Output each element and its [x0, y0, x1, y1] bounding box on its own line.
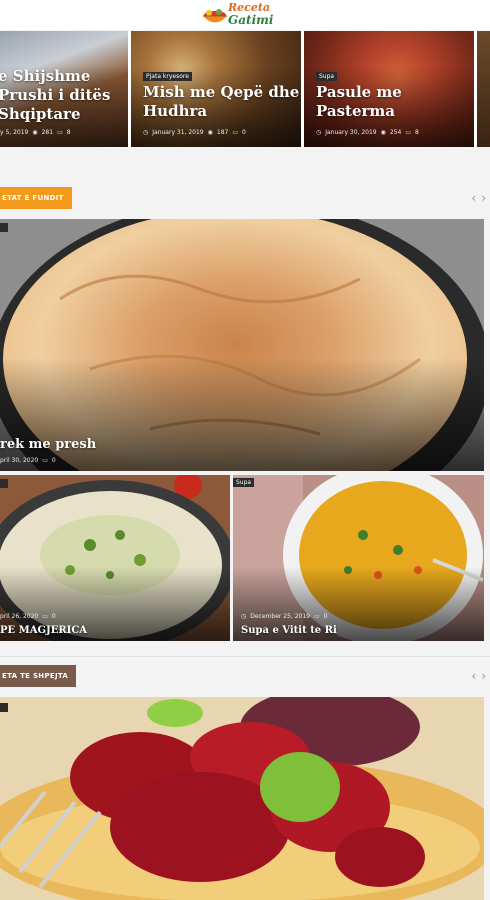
slider-card[interactable]: Supa Pasule me Pasterma ◷ January 30, 20… [304, 31, 474, 147]
slide-views: 281 [41, 129, 54, 136]
comment-icon: ▭ [405, 129, 411, 136]
chevron-left-icon[interactable]: ‹ [471, 669, 476, 683]
section-label[interactable]: ETAT E FUNDIT [0, 187, 72, 209]
section-header-latest: ETAT E FUNDIT ‹ › [0, 187, 490, 209]
eye-icon: ◉ [207, 129, 213, 136]
category-tag[interactable] [0, 223, 8, 232]
slide-title[interactable]: e Shijshme Prushi i ditës Shqiptare [0, 67, 128, 124]
recipe-card[interactable]: pril 26, 2020 ▭ 0 PE MAGJERICA [0, 475, 230, 641]
slider-card-partial[interactable] [477, 31, 490, 147]
section-nav: ‹ › [471, 669, 486, 683]
slide-views: 254 [389, 129, 402, 136]
slide-views: 187 [216, 129, 229, 136]
slide-date: January 31, 2019 [152, 129, 204, 136]
chevron-right-icon[interactable]: › [481, 669, 486, 683]
recipe-comments: 0 [51, 457, 56, 464]
recipe-date: December 25, 2019 [250, 613, 310, 620]
page: Receta Gatimi e Shijshme Prushi i ditës … [0, 0, 490, 900]
recipe-comments: 0 [323, 613, 328, 620]
slide-image [477, 31, 490, 147]
recipe-image [0, 697, 484, 900]
recipe-meta: pril 30, 2020 ▭ 0 [0, 457, 56, 464]
slide-title[interactable]: Mish me Qepë dhe Hudhra [143, 83, 301, 121]
category-tag[interactable] [0, 703, 8, 712]
slide-date: y 5, 2019 [0, 129, 29, 136]
slider-card[interactable]: Pjata kryesore Mish me Qepë dhe Hudhra ◷… [131, 31, 301, 147]
section-header-quick: ETA TE SHPEJTA ‹ › [0, 665, 490, 687]
category-tag[interactable] [0, 479, 8, 488]
slide-comments: 8 [66, 129, 71, 136]
slider-card[interactable]: e Shijshme Prushi i ditës Shqiptare y 5,… [0, 31, 128, 147]
site-logo[interactable]: Receta Gatimi [200, 1, 290, 29]
clock-icon: ◷ [143, 129, 149, 136]
slide-date: January 30, 2019 [325, 129, 377, 136]
logo-text: Receta Gatimi [228, 2, 274, 27]
comment-icon: ▭ [42, 457, 48, 464]
comment-icon: ▭ [232, 129, 238, 136]
recipe-title[interactable]: rek me presh [0, 437, 96, 452]
slide-comments: 0 [242, 129, 246, 136]
category-tag[interactable]: Supa [316, 72, 338, 81]
slide-meta: ◷ January 31, 2019 ◉ 187 ▭ 0 [143, 129, 246, 136]
section-divider [0, 656, 490, 657]
category-tag[interactable]: Pjata kryesore [143, 72, 192, 81]
slide-comments: 8 [415, 129, 419, 136]
recipe-date: pril 26, 2020 [0, 613, 39, 620]
recipe-comments: 0 [51, 613, 56, 620]
recipe-meta: ◷ December 25, 2019 ▭ 0 [241, 613, 328, 620]
clock-icon: ◷ [241, 613, 247, 620]
chevron-left-icon[interactable]: ‹ [471, 191, 476, 205]
eye-icon: ◉ [380, 129, 386, 136]
main-recipe-card[interactable]: rek me presh pril 30, 2020 ▭ 0 [0, 219, 484, 471]
slide-meta: ◷ January 30, 2019 ◉ 254 ▭ 8 [316, 129, 419, 136]
category-tag[interactable]: Supa [233, 478, 255, 487]
recipe-title[interactable]: Supa e Vitit te Ri [241, 625, 337, 636]
logo-line2: Gatimi [228, 13, 274, 27]
recipe-card[interactable]: Supa ◷ December 25, 2019 ▭ 0 Supa e Viti… [233, 475, 484, 641]
site-header: Receta Gatimi [0, 0, 490, 30]
comment-icon: ▭ [314, 613, 320, 620]
comment-icon: ▭ [42, 613, 48, 620]
comment-icon: ▭ [57, 129, 63, 136]
chevron-right-icon[interactable]: › [481, 191, 486, 205]
recipe-meta: pril 26, 2020 ▭ 0 [0, 613, 56, 620]
section-nav: ‹ › [471, 191, 486, 205]
recipe-title[interactable]: PE MAGJERICA [0, 625, 87, 636]
recipe-date: pril 30, 2020 [0, 457, 39, 464]
clock-icon: ◷ [316, 129, 322, 136]
section-label[interactable]: ETA TE SHPEJTA [0, 665, 77, 687]
slide-meta: y 5, 2019 ◉ 281 ▭ 8 [0, 129, 71, 136]
eye-icon: ◉ [32, 129, 38, 136]
featured-slider: e Shijshme Prushi i ditës Shqiptare y 5,… [0, 31, 490, 147]
slide-title[interactable]: Pasule me Pasterma [316, 83, 474, 121]
recipe-card[interactable] [0, 697, 484, 900]
